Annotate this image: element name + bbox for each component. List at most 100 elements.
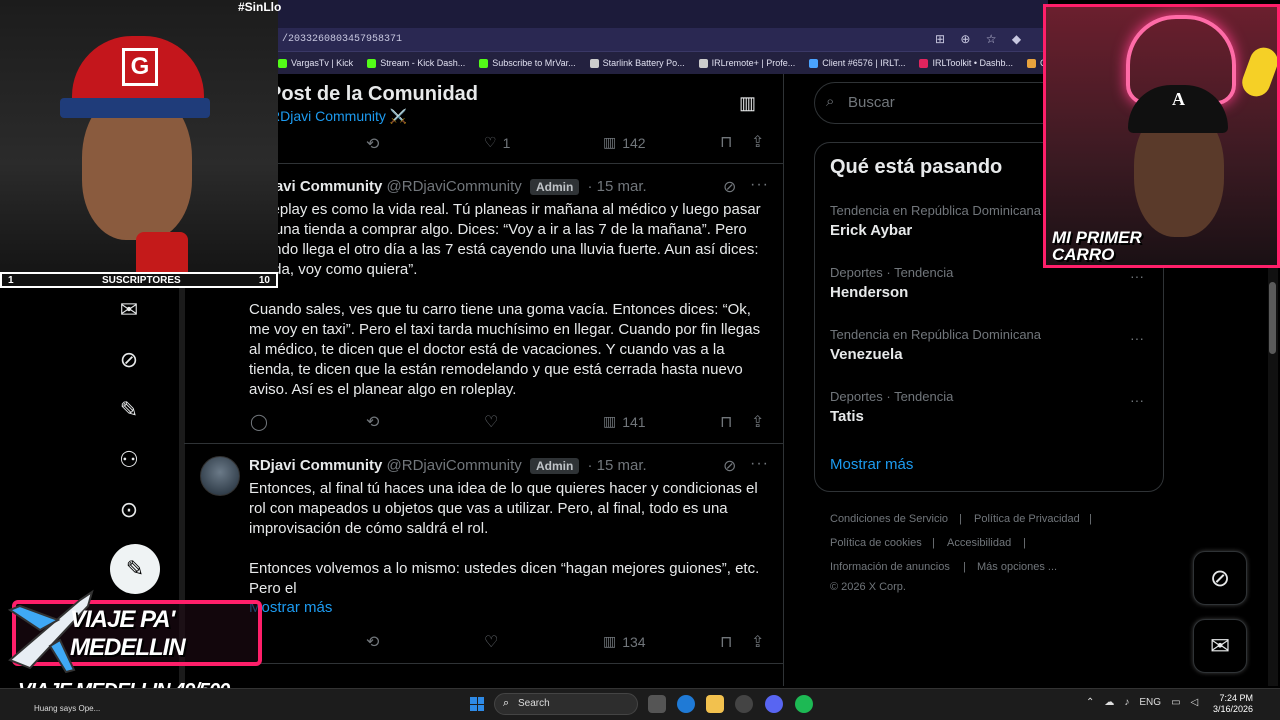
bookmark-item[interactable]: Subscribe to MrVar... [479,58,576,68]
taskbar-notification[interactable]: Huang says Ope... [34,704,100,713]
search-icon: ⌕ [826,93,835,110]
trend-name[interactable]: Venezuela [830,346,903,363]
chevron-up-icon[interactable]: ⌃ [1086,697,1094,708]
heart-icon[interactable]: ♡ [484,412,498,432]
bookmark-favicon-icon [1027,58,1037,68]
bookmark-item[interactable]: Client #6576 | IRLT... [809,58,905,68]
reply-icon[interactable]: ◯ [250,412,268,432]
bookmark-item[interactable]: Starlink Battery Po... [589,58,685,68]
cloud-icon[interactable]: ☁ [1104,697,1114,708]
views-button[interactable]: ▥ 134 [603,633,646,650]
language-indicator[interactable]: ENG [1139,697,1161,708]
retweet-icon[interactable]: ⟲ [366,412,379,432]
share-icon[interactable]: ⇪ [751,632,764,652]
system-tray[interactable]: ⌃ ☁ ♪ ENG ▭ ◁ [1086,697,1198,708]
footer-link[interactable]: Política de Privacidad [974,513,1080,525]
tweet-date[interactable]: · 15 mar. [587,457,646,474]
browser-tabstrip [278,0,1048,28]
trend-category: Deportes · Tendencia [830,389,954,404]
views-icon: ▥ [603,413,617,429]
trend-name[interactable]: Henderson [830,284,908,301]
trend-name[interactable]: Tatis [830,408,864,425]
trend-name[interactable]: Erick Aybar [830,222,912,239]
network-icon[interactable]: ▭ [1171,697,1180,708]
more-options-icon[interactable]: ··· [1130,268,1144,284]
messages-icon[interactable]: ✉ [1193,619,1247,673]
bookmark-label: Client #6576 | IRLT... [822,58,906,68]
book-icon[interactable]: ▥ [739,93,756,114]
trending-show-more[interactable]: Mostrar más [830,456,913,473]
taskbar-search[interactable] [494,693,638,715]
bookmark-item[interactable]: IRLToolkit • Dashb... [919,58,1013,68]
trend-category: Tendencia en República Dominicana [830,327,1042,342]
bookmark-favicon-icon [809,58,819,68]
views-button[interactable]: ▥ 141 [603,413,646,430]
tweet-author-handle[interactable]: @RDjaviCommunity [387,457,522,474]
webcam-cap-brim [60,98,210,118]
search-icon: ⌕ [503,697,510,709]
subscriber-goal-bar: 1 SUSCRIPTORES 10 [0,272,278,288]
avatar[interactable] [200,456,240,496]
chrome-icon[interactable] [735,695,753,713]
volume-icon[interactable]: ◁ [1191,697,1199,708]
tweet-author-handle[interactable]: @RDjaviCommunity [387,178,522,195]
footer-link[interactable]: Más opciones ... [977,561,1057,573]
task-view-icon[interactable] [648,695,666,713]
spotify-icon[interactable] [795,695,813,713]
grok-icon[interactable]: ⊘ [1193,551,1247,605]
file-explorer-icon[interactable] [706,695,724,713]
trend-category: Tendencia en República Dominicana [830,203,1042,218]
url-text[interactable]: /2033260803457958371 [282,34,402,45]
sub-goal-end: 10 [258,275,270,286]
heart-icon[interactable]: ♡ [484,632,498,652]
retweet-icon[interactable]: ⟲ [366,632,379,652]
profile-icon[interactable]: ⚇ [117,448,141,472]
bookmark-item[interactable]: IRLremote+ | Profe... [698,58,795,68]
like-count: 1 [502,134,511,151]
streamer-webcam-right: A MI PRIMER CARRO [1043,4,1280,268]
sub-goal-label: SUSCRIPTORES [102,275,181,286]
share-icon[interactable]: ⇪ [751,132,764,152]
footer-link[interactable]: Información de anuncios [830,561,950,573]
lists-icon[interactable]: ✎ [117,398,141,422]
bookmark-icon[interactable]: ⊓ [720,632,732,652]
address-bar-icons[interactable]: ⊞ ⊕ ☆ ◆ [935,32,1027,46]
like-button[interactable]: ♡ 1 [484,134,510,151]
bookmark-icon[interactable]: ⊓ [720,132,732,152]
views-button[interactable]: ▥ 142 [603,134,646,151]
bookmark-icon[interactable]: ⊓ [720,412,732,432]
more-options-icon[interactable]: ··· [1130,392,1144,408]
divider [184,443,783,444]
community-name-link[interactable]: RDjavi Community ⚔️ [270,108,407,125]
scrollbar-thumb[interactable] [1269,282,1276,354]
windows-start-icon[interactable] [470,697,484,711]
footer-link[interactable]: Política de cookies [830,537,922,549]
more-icon[interactable]: ⊙ [117,498,141,522]
grok-icon[interactable]: ⊘ [723,177,737,197]
edge-icon[interactable] [677,695,695,713]
mic-icon[interactable]: ♪ [1124,697,1129,708]
grok-icon[interactable]: ⊘ [117,348,141,372]
microphone [136,232,188,272]
share-icon[interactable]: ⇪ [751,412,764,432]
more-options-icon[interactable]: ··· [750,455,769,473]
grok-icon[interactable]: ⊘ [723,456,737,476]
bookmark-item[interactable]: Stream - Kick Dash... [367,58,465,68]
bookmark-favicon-icon [589,58,599,68]
discord-icon[interactable] [765,695,783,713]
more-options-icon[interactable]: ··· [750,176,769,194]
more-options-icon[interactable]: ··· [1130,330,1144,346]
clock-time: 7:24 PM [1219,693,1254,703]
messages-icon[interactable]: ✉ [117,298,141,322]
views-icon: ▥ [603,633,617,649]
tweet-date[interactable]: · 15 mar. [587,178,646,195]
tweet-author-name[interactable]: RDjavi Community [249,457,382,474]
bookmark-favicon-icon [278,58,287,68]
bookmark-item[interactable]: VargasTv | Kick [278,58,353,68]
footer-link[interactable]: Condiciones de Servicio [830,513,948,525]
taskbar-clock[interactable]: 7:24 PM 3/16/2026 [1213,693,1253,715]
compose-post-button[interactable]: ✎ [110,544,160,594]
footer-link[interactable]: Accesibilidad [947,537,1011,549]
bookmark-label: Starlink Battery Po... [602,58,685,68]
retweet-icon[interactable]: ⟲ [366,134,379,154]
